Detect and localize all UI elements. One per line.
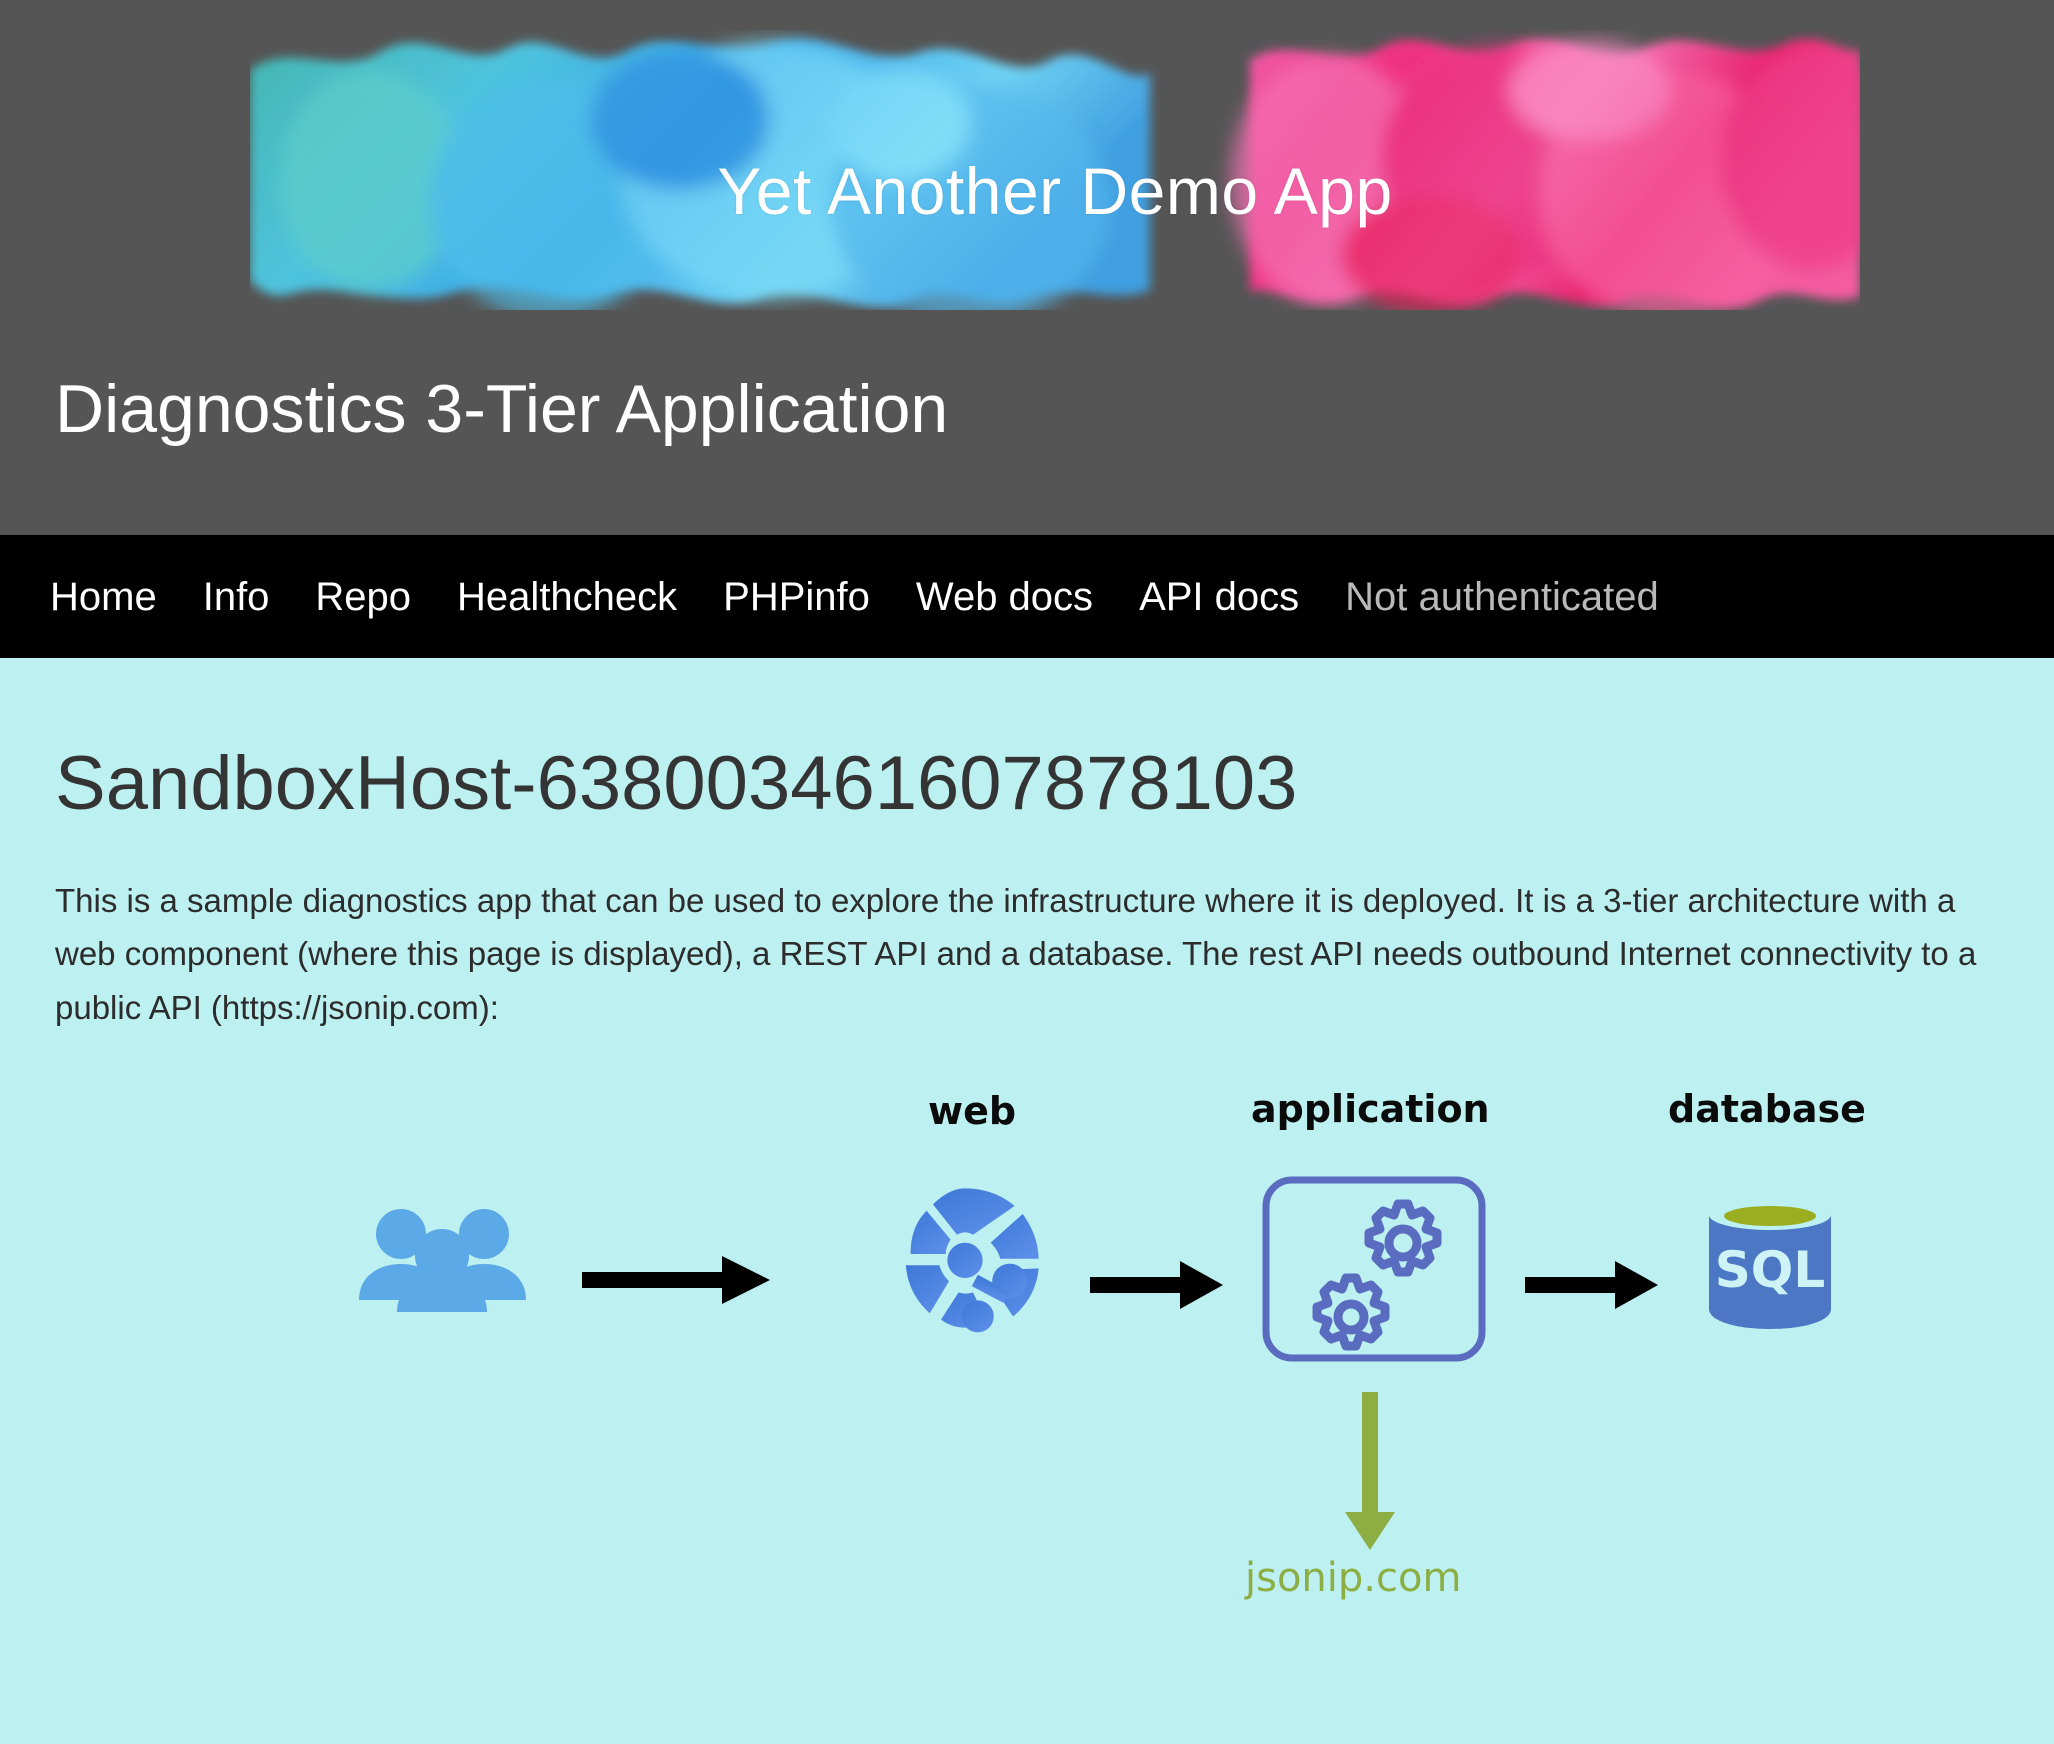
nav-item-home[interactable]: Home [50, 577, 157, 617]
sql-database-icon: SQL [1695, 1187, 1845, 1337]
node-label-database: database [1668, 1087, 1866, 1132]
nav-item-healthcheck[interactable]: Healthcheck [457, 577, 677, 617]
nav-item-repo[interactable]: Repo [315, 577, 411, 617]
nav-item-info[interactable]: Info [203, 577, 270, 617]
site-header: Yet Another Demo App Diagnostics 3-Tier … [0, 0, 2054, 535]
node-label-application: application [1251, 1087, 1490, 1132]
node-label-web: web [928, 1089, 1017, 1134]
arrow-right-icon-users-to-web [582, 1252, 772, 1308]
main-navigation: Home Info Repo Healthcheck PHPinfo Web d… [0, 535, 2054, 658]
banner-image: Yet Another Demo App [250, 30, 1860, 310]
nav-item-api-docs[interactable]: API docs [1139, 577, 1299, 617]
nav-item-phpinfo[interactable]: PHPinfo [723, 577, 870, 617]
auth-status-label: Not authenticated [1345, 574, 1659, 619]
page-root: Yet Another Demo App Diagnostics 3-Tier … [0, 0, 2054, 1744]
main-content: SandboxHost-638003461607878103 This is a… [0, 658, 2054, 1744]
users-group-icon [355, 1204, 530, 1314]
gears-icon [1260, 1174, 1488, 1364]
nav-item-web-docs[interactable]: Web docs [916, 577, 1093, 617]
architecture-diagram: web application database SQL jsonip.com [55, 1082, 1999, 1642]
web-globe-icon [885, 1182, 1045, 1342]
intro-paragraph: This is a sample diagnostics app that ca… [55, 882, 1977, 1026]
arrow-right-icon-web-to-application [1090, 1257, 1225, 1313]
jsonip-external-label: jsonip.com [1245, 1555, 1462, 1602]
arrow-right-icon-application-to-database [1525, 1257, 1660, 1313]
sql-database-text: SQL [1715, 1241, 1825, 1299]
page-title: Diagnostics 3-Tier Application [55, 371, 949, 447]
banner-title: Yet Another Demo App [717, 154, 1393, 228]
arrow-down-icon-application-to-jsonip [1335, 1392, 1405, 1552]
hostname-heading: SandboxHost-638003461607878103 [55, 741, 1298, 826]
